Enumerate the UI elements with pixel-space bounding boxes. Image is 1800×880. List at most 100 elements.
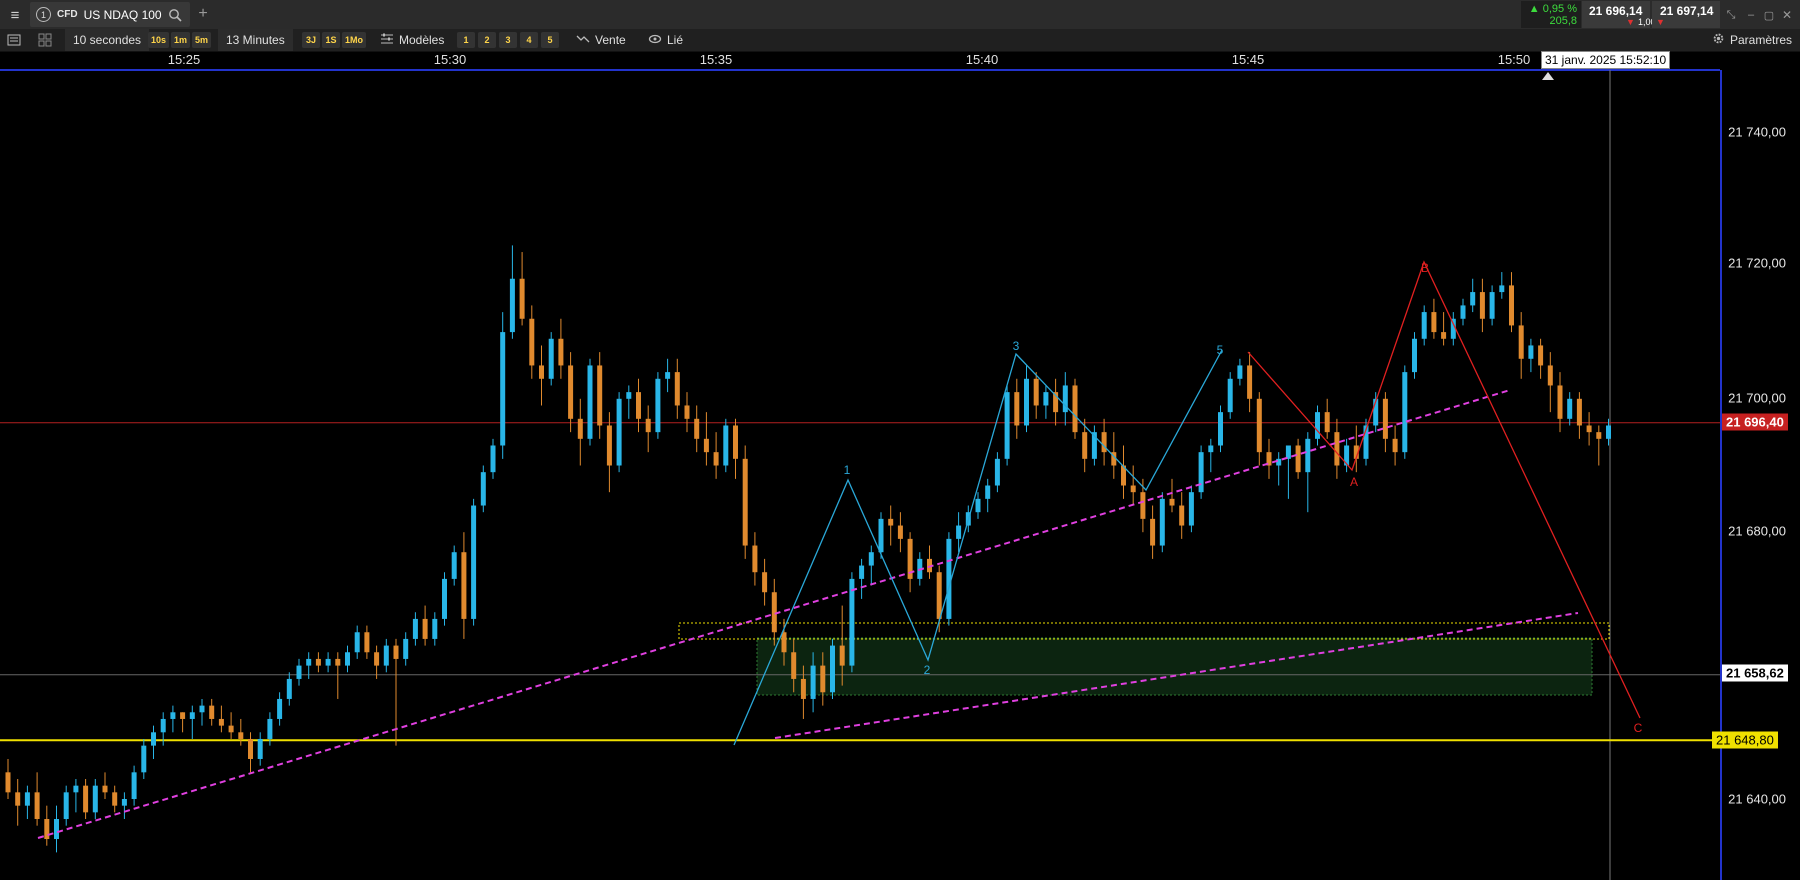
candle [1159,492,1165,553]
candle [1421,305,1427,346]
candle-body [742,458,748,546]
candle [73,778,79,813]
candle [616,392,622,473]
candle-body [1567,398,1573,419]
timeframe-selector[interactable]: 13 Minutes [218,29,293,51]
candle-body [1334,432,1340,466]
candle-body [1188,492,1194,526]
tab-number-badge: 1 [36,7,51,22]
settings-button[interactable]: Paramètres [1712,29,1792,51]
candle [63,785,69,826]
hamburger-menu-icon[interactable]: ≡ [4,4,26,26]
candle-body [345,652,350,666]
candle [1121,445,1126,499]
linked-button[interactable]: Lié [648,29,683,51]
tf-5m-button[interactable]: 5m [192,32,212,48]
candle-body [238,732,244,739]
candle-body [335,658,341,666]
candle [180,712,186,733]
candle-body [277,698,283,719]
crosshair-marker-icon [1542,72,1554,80]
template-slot-1[interactable]: 1 [457,32,475,48]
candle-body [1382,398,1388,439]
candle [1305,432,1311,513]
candle [1479,278,1485,333]
candle-body [703,438,709,453]
candle [529,305,535,379]
search-icon[interactable] [168,8,182,22]
candle-body [471,505,477,619]
change-percent: ▲ 0,95 % [1528,3,1577,15]
candle-body [374,652,380,666]
candle [121,792,127,820]
candle-body [73,785,79,793]
candle [1441,312,1447,346]
maximize-icon[interactable]: ▢ [1760,6,1778,24]
range-1s-button[interactable]: 1S [322,32,340,48]
candle [1237,358,1243,386]
ask-button[interactable]: 21 697,14 ▼ [1652,1,1720,28]
template-slot-5[interactable]: 5 [541,32,559,48]
interval-selector[interactable]: 10 secondes [65,29,150,51]
candle-body [451,552,457,579]
price-tick: 21 740,00 [1728,124,1786,140]
candle [1547,352,1553,413]
candle [83,778,89,820]
candle [345,645,350,673]
template-slot-2[interactable]: 2 [478,32,496,48]
collapse-icon[interactable]: ⤡ [1722,6,1740,24]
candle-body [354,632,360,653]
candle [1004,385,1010,466]
candle-body [810,665,816,699]
minimize-icon[interactable]: – [1742,6,1760,24]
tf-1m-button[interactable]: 1m [171,32,191,48]
candle-body [781,632,787,653]
candle-body [548,338,554,379]
candle-body [102,785,108,793]
layout-grid-icon[interactable] [36,31,54,49]
template-slot-4[interactable]: 4 [520,32,538,48]
candle-body [665,372,671,379]
candle [471,498,477,626]
candle-body [1043,392,1049,406]
time-axis: 15:25 15:30 15:35 15:40 15:45 15:50 [0,51,1720,71]
candle [897,512,903,553]
candle [606,412,612,493]
sidebar-toggle-icon[interactable] [5,31,23,49]
instrument-tab[interactable]: 1 CFD US NDAQ 100 [30,2,190,27]
candle [1392,425,1398,466]
sell-label: Vente [595,33,626,47]
candle [112,785,118,813]
range-3j-button[interactable]: 3J [302,32,320,48]
candle-body [1538,345,1544,366]
price-chart[interactable]: 1 2 3 5 A B C [0,70,1800,880]
price-tick: 21 680,00 [1728,523,1786,539]
range-1mo-button[interactable]: 1Mo [342,32,366,48]
candle [1014,378,1020,439]
candle-body [897,525,903,539]
candle-body [189,712,195,719]
candle [636,378,641,433]
candle [54,805,59,853]
candle [645,405,651,453]
template-slot-3[interactable]: 3 [499,32,517,48]
candle-body [1460,305,1466,319]
time-tick: 15:25 [167,52,201,67]
close-icon[interactable]: ✕ [1778,6,1796,24]
candle-body [422,618,428,639]
candle-body [655,378,661,433]
candle [374,645,380,679]
tf-10s-button[interactable]: 10s [148,32,170,48]
candle-body [44,819,50,840]
templates-button[interactable]: Modèles [380,29,444,51]
candle-body [160,718,166,733]
candle [451,545,457,586]
candle-body [577,418,583,439]
bid-down-arrow-icon: ▼ [1626,17,1635,27]
price-tick: 21 640,00 [1728,791,1786,807]
sell-button[interactable]: Vente [576,29,626,51]
sell-icon [576,33,590,48]
candle-body [616,398,622,466]
candle [587,358,593,446]
add-tab-button[interactable]: + [193,4,213,24]
